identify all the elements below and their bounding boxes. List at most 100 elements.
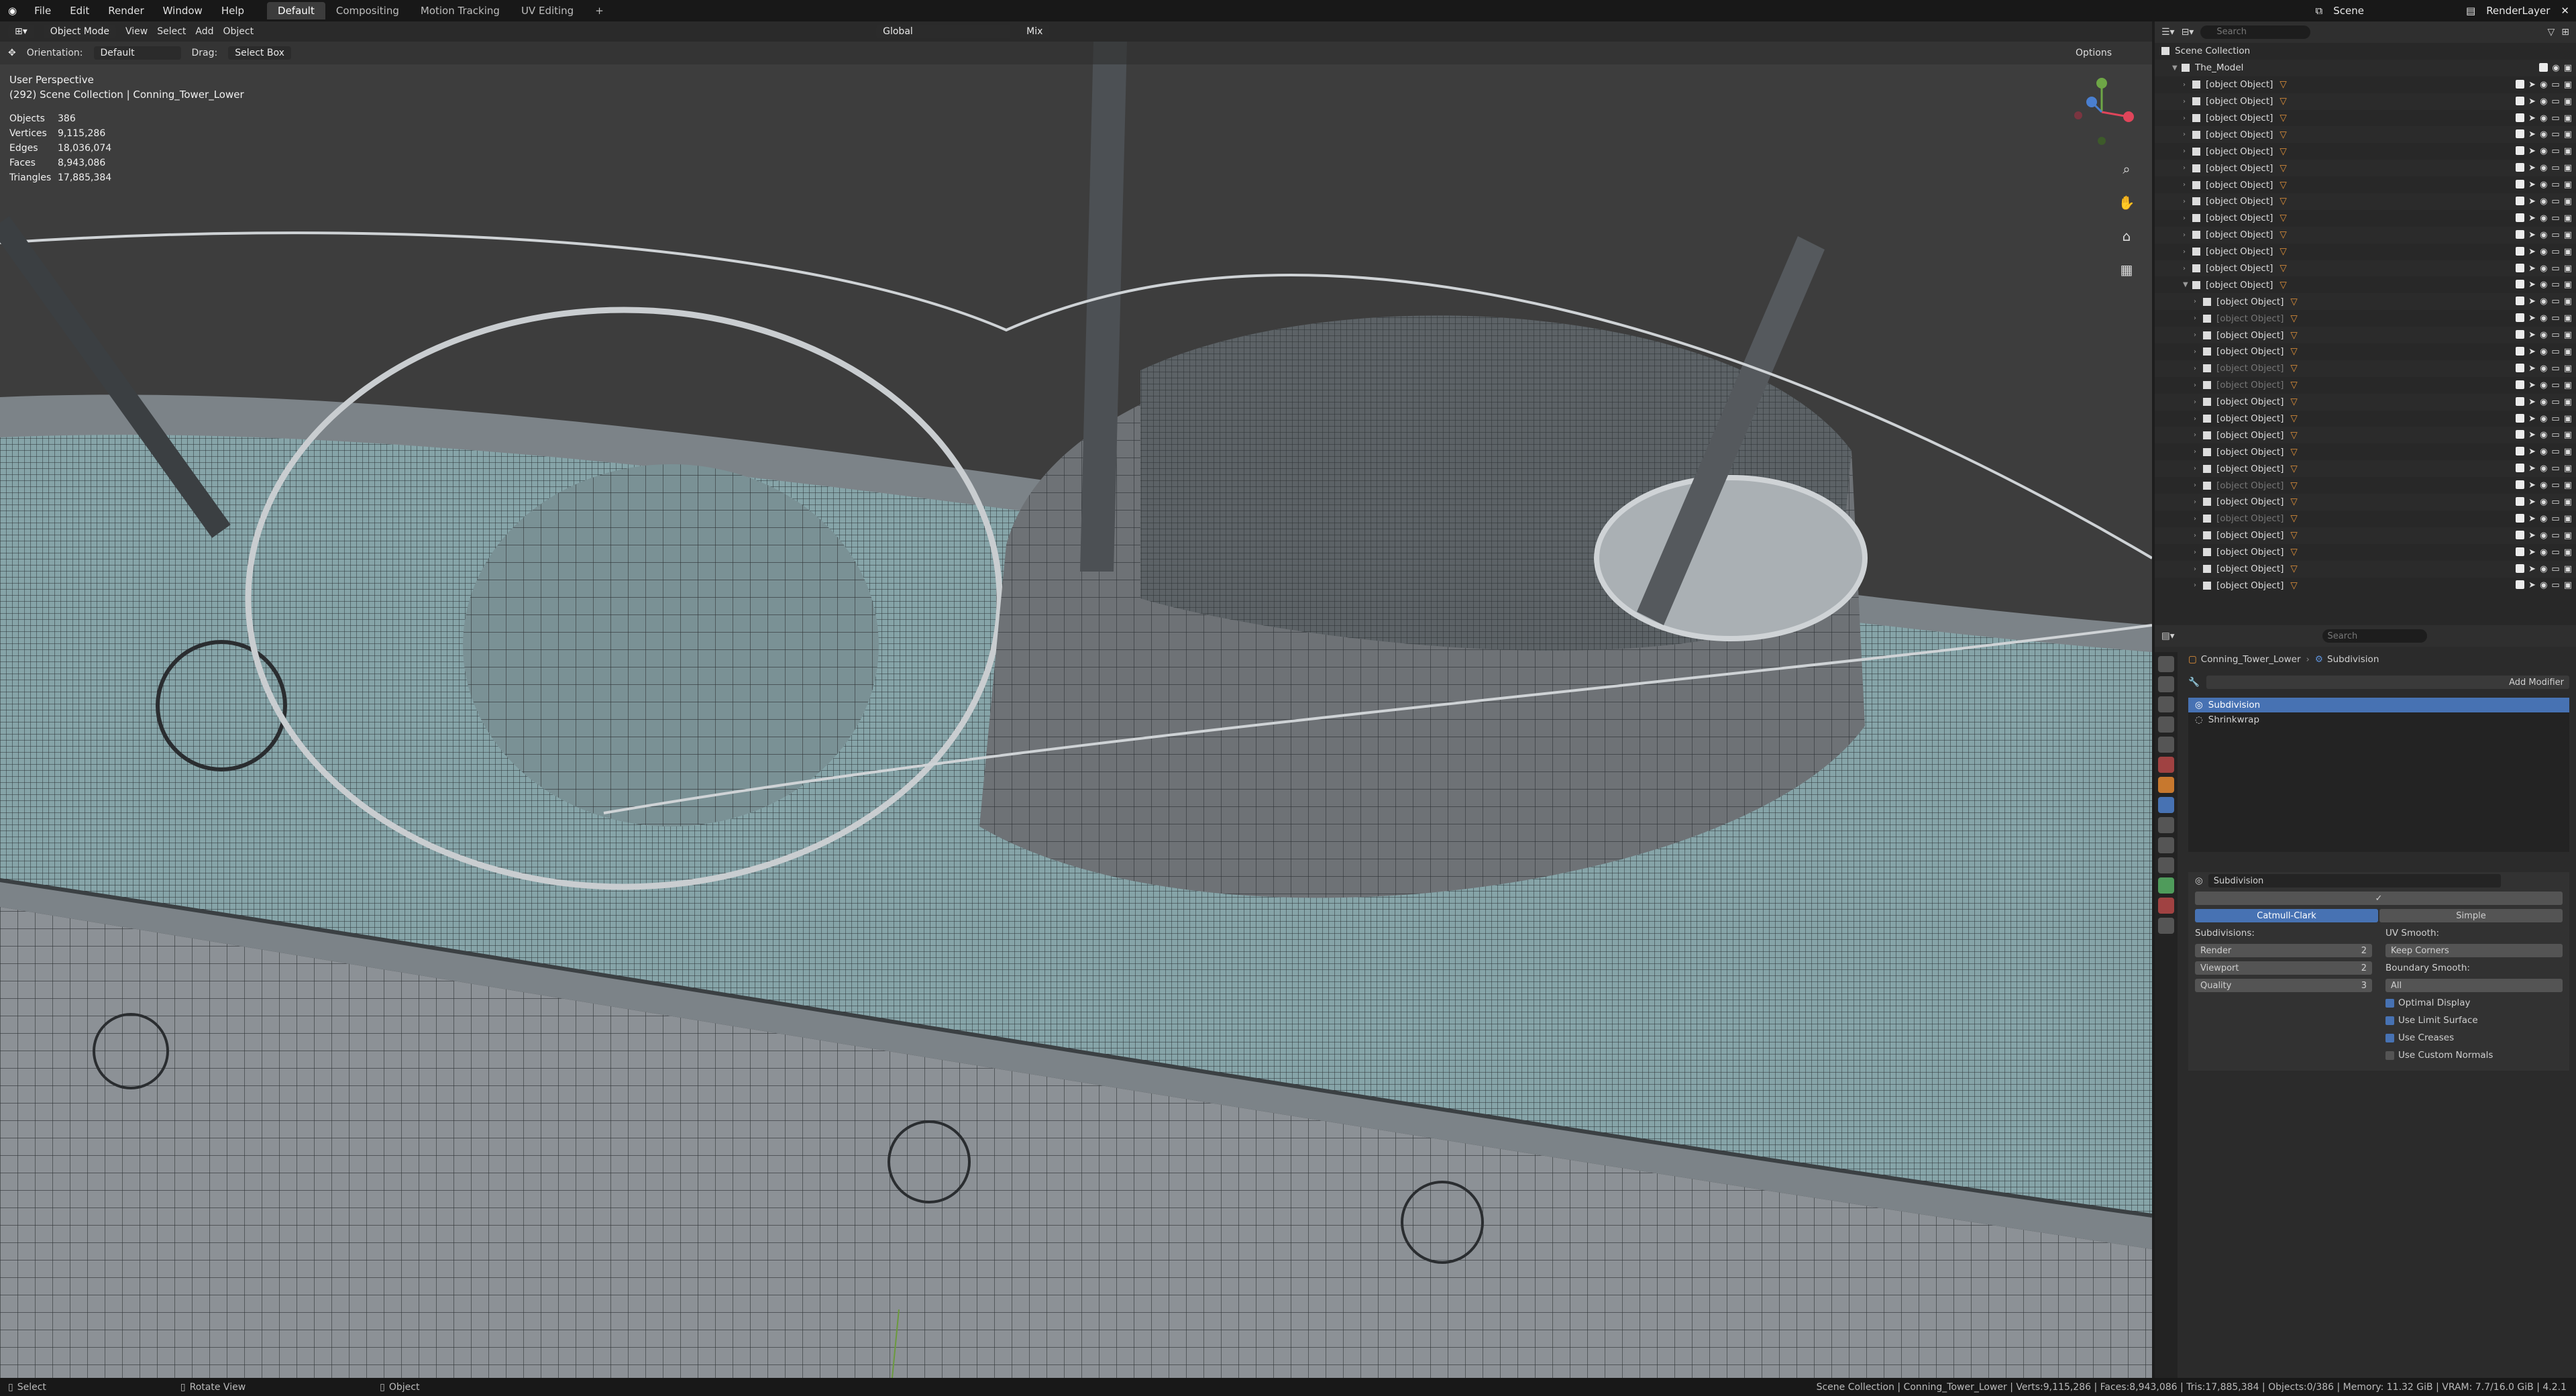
- data-tab-icon[interactable]: [2158, 877, 2174, 894]
- render-camera-icon[interactable]: ▣: [2564, 213, 2572, 223]
- uv-smooth-dropdown[interactable]: Keep Corners: [2385, 944, 2563, 957]
- visibility-eye-icon[interactable]: ◉: [2540, 580, 2547, 590]
- visibility-eye-icon[interactable]: ◉: [2540, 180, 2547, 190]
- submarine-wireframe-render[interactable]: [0, 21, 2152, 1378]
- exclude-checkbox[interactable]: [2516, 464, 2525, 473]
- select-arrow-icon[interactable]: ➤: [2528, 213, 2536, 223]
- visibility-eye-icon[interactable]: ◉: [2540, 297, 2547, 307]
- collapse-chevron-icon[interactable]: ›: [2183, 215, 2192, 222]
- render-camera-icon[interactable]: ▣: [2564, 80, 2572, 90]
- outliner-row[interactable]: › [object Object] ▽ ➤ ◉ ▭ ▣: [2155, 143, 2576, 160]
- select-arrow-icon[interactable]: ➤: [2528, 247, 2536, 257]
- camera-view-icon[interactable]: ⌂: [2113, 223, 2140, 250]
- select-arrow-icon[interactable]: ➤: [2528, 430, 2536, 440]
- catmull-clark-toggle[interactable]: Catmull-Clark: [2195, 909, 2378, 922]
- collection-row-the-model[interactable]: ▼ The_Model ◉ ▣: [2155, 59, 2576, 76]
- viewport-monitor-icon[interactable]: ▭: [2551, 163, 2559, 173]
- collapse-chevron-icon[interactable]: ›: [2183, 98, 2192, 105]
- visibility-eye-icon[interactable]: ◉: [2540, 230, 2547, 240]
- outliner-row[interactable]: › [object Object] ▽ ➤ ◉ ▭ ▣: [2155, 460, 2576, 478]
- render-camera-icon[interactable]: ▣: [2564, 247, 2572, 257]
- grid-toggle-icon[interactable]: ▦: [2113, 256, 2140, 283]
- exclude-checkbox[interactable]: [2516, 447, 2525, 456]
- visibility-eye-icon[interactable]: ◉: [2540, 447, 2547, 457]
- visibility-eye-icon[interactable]: ◉: [2540, 113, 2547, 123]
- exclude-checkbox[interactable]: [2516, 363, 2525, 372]
- collapse-chevron-icon[interactable]: ›: [2194, 532, 2203, 539]
- use-limit-surface-checkbox[interactable]: Use Limit Surface: [2379, 1012, 2569, 1029]
- exclude-checkbox[interactable]: [2516, 263, 2525, 272]
- render-camera-icon[interactable]: ▣: [2564, 580, 2572, 590]
- outliner-search-input[interactable]: Search: [2200, 25, 2311, 39]
- visibility-eye-icon[interactable]: ◉: [2540, 430, 2547, 440]
- render-camera-icon[interactable]: ▣: [2564, 464, 2572, 474]
- outliner-row[interactable]: › [object Object] ▽ ➤ ◉ ▭ ▣: [2155, 126, 2576, 144]
- visibility-eye-icon[interactable]: ◉: [2540, 213, 2547, 223]
- visibility-eye-icon[interactable]: ◉: [2540, 163, 2547, 173]
- viewport-monitor-icon[interactable]: ▭: [2551, 447, 2559, 457]
- viewport-monitor-icon[interactable]: ▭: [2551, 180, 2559, 190]
- mode-selector[interactable]: Object Mode: [43, 25, 116, 38]
- outliner-row[interactable]: › [object Object] ▽ ➤ ◉ ▭ ▣: [2155, 110, 2576, 127]
- render-camera-icon[interactable]: ▣: [2564, 364, 2572, 374]
- visibility-eye-icon[interactable]: ◉: [2540, 564, 2547, 574]
- exclude-checkbox[interactable]: [2516, 396, 2525, 406]
- outliner-row[interactable]: › [object Object] ▽ ➤ ◉ ▭ ▣: [2155, 560, 2576, 578]
- viewport-monitor-icon[interactable]: ▭: [2551, 380, 2559, 390]
- render-camera-icon[interactable]: ▣: [2564, 129, 2572, 140]
- modifier-name-field[interactable]: Subdivision: [2208, 874, 2501, 888]
- outliner-row[interactable]: › [object Object] ▽ ➤ ◉ ▭ ▣: [2155, 226, 2576, 244]
- workspace-tab-uv-editing[interactable]: UV Editing: [511, 2, 584, 19]
- menu-render[interactable]: Render: [99, 5, 153, 17]
- collapse-chevron-icon[interactable]: ›: [2194, 515, 2203, 523]
- collapse-chevron-icon[interactable]: ›: [2183, 164, 2192, 172]
- collapse-chevron-icon[interactable]: ›: [2183, 131, 2192, 138]
- object-tab-icon[interactable]: [2158, 777, 2174, 793]
- outliner-row[interactable]: › [object Object] ▽ ➤ ◉ ▭ ▣: [2155, 411, 2576, 427]
- boundary-smooth-dropdown[interactable]: All: [2385, 979, 2563, 992]
- render-camera-icon[interactable]: ▣: [2564, 330, 2572, 340]
- menu-file[interactable]: File: [25, 5, 60, 17]
- collapse-chevron-icon[interactable]: ›: [2194, 398, 2203, 406]
- exclude-checkbox[interactable]: [2516, 213, 2525, 222]
- visibility-eye-icon[interactable]: ◉: [2540, 497, 2547, 507]
- add-menu[interactable]: Add: [195, 26, 213, 37]
- viewport-monitor-icon[interactable]: ▭: [2551, 580, 2559, 590]
- render-camera-icon[interactable]: ▣: [2564, 447, 2572, 457]
- select-arrow-icon[interactable]: ➤: [2528, 564, 2536, 574]
- render-camera-icon[interactable]: ▣: [2564, 313, 2572, 323]
- collapse-chevron-icon[interactable]: ›: [2194, 582, 2203, 589]
- exclude-checkbox[interactable]: [2516, 547, 2525, 556]
- transform-orientation-dropdown[interactable]: Global: [876, 25, 1011, 38]
- outliner-row[interactable]: › [object Object] ▽ ➤ ◉ ▭ ▣: [2155, 477, 2576, 494]
- outliner-row[interactable]: › [object Object] ▽ ➤ ◉ ▭ ▣: [2155, 176, 2576, 193]
- outliner-row[interactable]: › [object Object] ▽ ➤ ◉ ▭ ▣: [2155, 293, 2576, 311]
- orientation-dropdown[interactable]: Default: [93, 46, 181, 60]
- visibility-eye-icon[interactable]: ◉: [2540, 97, 2547, 107]
- exclude-checkbox[interactable]: [2516, 580, 2525, 590]
- exclude-checkbox[interactable]: [2516, 79, 2525, 89]
- visibility-eye-icon[interactable]: ◉: [2540, 330, 2547, 340]
- render-camera-icon[interactable]: ▣: [2564, 430, 2572, 440]
- texture-tab-icon[interactable]: [2158, 918, 2174, 934]
- scene-tab-icon[interactable]: [2158, 737, 2174, 753]
- outliner-row[interactable]: › [object Object] ▽ ➤ ◉ ▭ ▣: [2155, 427, 2576, 444]
- outliner-row[interactable]: › [object Object] ▽ ➤ ◉ ▭ ▣: [2155, 76, 2576, 93]
- viewport-monitor-icon[interactable]: ▭: [2551, 430, 2559, 440]
- physics-tab-icon[interactable]: [2158, 837, 2174, 853]
- collapse-chevron-icon[interactable]: ›: [2183, 148, 2192, 155]
- visibility-eye-icon[interactable]: ◉: [2540, 414, 2547, 424]
- options-dropdown[interactable]: Options: [2076, 48, 2112, 58]
- collapse-chevron-icon[interactable]: ›: [2194, 549, 2203, 556]
- visibility-eye-icon[interactable]: ◉: [2540, 364, 2547, 374]
- render-camera-icon[interactable]: ▣: [2564, 297, 2572, 307]
- viewport-monitor-icon[interactable]: ▭: [2551, 330, 2559, 340]
- collapse-chevron-icon[interactable]: ›: [2194, 315, 2203, 322]
- viewport-monitor-icon[interactable]: ▭: [2551, 97, 2559, 107]
- viewport-levels-field[interactable]: Viewport 2: [2195, 961, 2372, 975]
- render-camera-icon[interactable]: ▣: [2564, 197, 2572, 207]
- viewport-monitor-icon[interactable]: ▭: [2551, 230, 2559, 240]
- view-menu[interactable]: View: [125, 26, 148, 37]
- viewport-monitor-icon[interactable]: ▭: [2551, 264, 2559, 274]
- select-arrow-icon[interactable]: ➤: [2528, 313, 2536, 323]
